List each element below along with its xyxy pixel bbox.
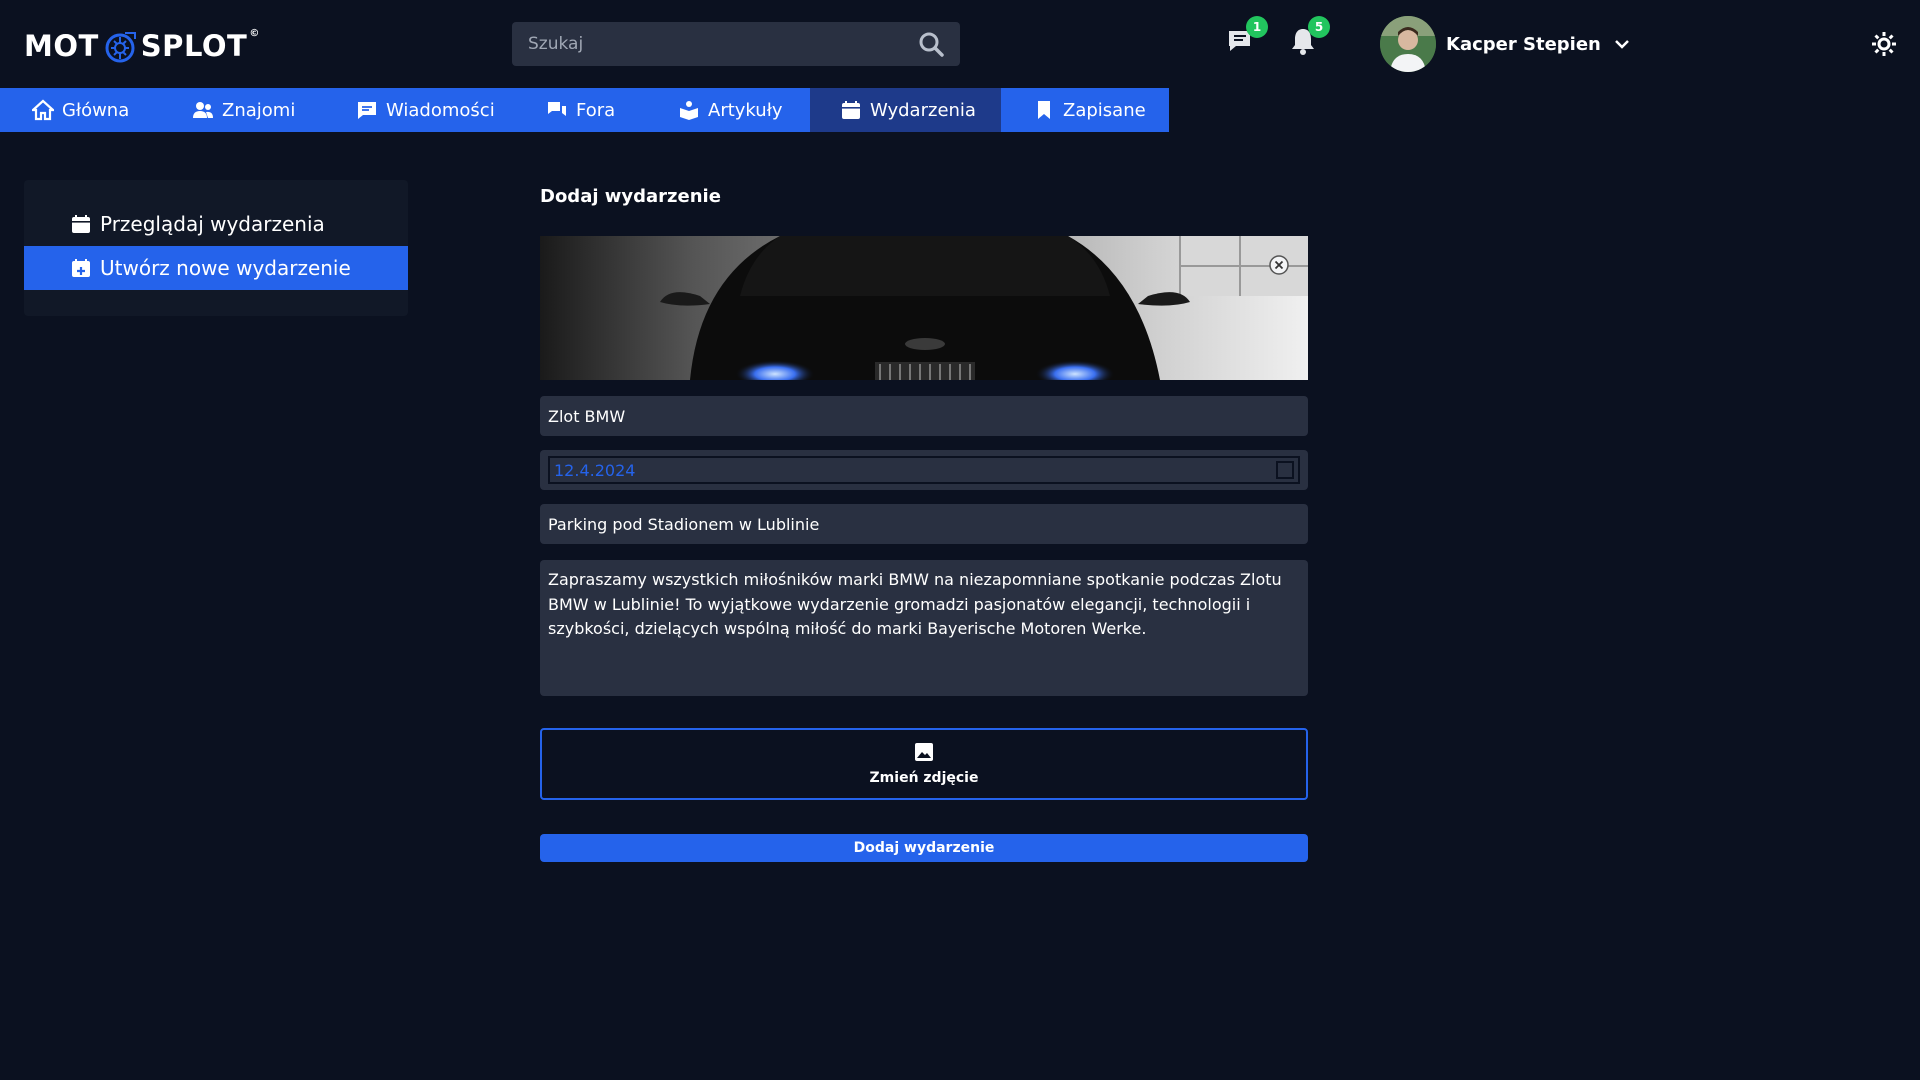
nav-item-label: Artykuły [708,99,783,121]
sidebar-item-label: Przeglądaj wydarzenia [100,212,325,236]
forum-icon [548,102,566,116]
sidebar-item-create-event[interactable]: Utwórz nowe wydarzenie [24,246,408,290]
change-photo-label: Zmień zdjęcie [869,770,979,786]
nav-item-glowna[interactable]: Główna [0,88,158,132]
submit-event-button[interactable]: Dodaj wydarzenie [540,834,1308,862]
message-icon [358,102,376,119]
nav-item-label: Zapisane [1063,99,1146,121]
remove-image-icon[interactable] [1268,254,1290,276]
sidebar-item-browse-events[interactable]: Przeglądaj wydarzenia [24,202,408,246]
nav-item-label: Wiadomości [386,99,495,121]
turbo-icon [105,32,136,63]
events-sidebar: Przeglądaj wydarzenia Utwórz nowe wydarz… [24,180,408,316]
change-photo-button[interactable]: Zmień zdjęcie [540,728,1308,800]
search-input[interactable] [512,33,918,55]
form-title: Dodaj wydarzenie [540,186,721,207]
motosplot-logo[interactable]: MOT SPLOT © [24,24,260,68]
sidebar-item-label: Utwórz nowe wydarzenie [100,256,351,280]
main-nav: Główna Znajomi Wiadomości Fora Artykuły … [0,88,1169,132]
users-icon [193,102,213,118]
nav-item-artykuly[interactable]: Artykuły [646,88,810,132]
theme-toggle-icon[interactable] [1870,30,1898,58]
articles-icon [680,101,698,120]
event-date-field[interactable]: 12.4.2024 [540,450,1308,490]
user-menu[interactable]: Kacper Stepien [1380,16,1631,72]
nav-item-label: Główna [62,99,130,121]
event-location-field[interactable]: Parking pod Stadionem w Lublinie [540,504,1308,544]
messages-button[interactable]: 1 [1226,16,1268,56]
bookmark-icon [1038,101,1050,119]
event-description-textarea[interactable]: Zapraszamy wszystkich miłośników marki B… [540,560,1308,696]
nav-item-label: Fora [576,99,616,121]
date-input[interactable]: 12.4.2024 [548,456,1300,484]
calendar-icon [72,215,90,233]
notifications-badge: 5 [1308,16,1330,38]
event-name-field[interactable]: Zlot BMW [540,396,1308,436]
home-icon [32,99,54,121]
logo-text-right: SPLOT [140,29,248,63]
nav-item-znajomi[interactable]: Znajomi [158,88,322,132]
registered-mark: © [249,28,260,39]
avatar[interactable] [1380,16,1436,72]
calendar-picker-icon[interactable] [1276,461,1294,479]
nav-item-label: Wydarzenia [870,99,976,121]
search-icon[interactable] [918,31,944,57]
nav-item-fora[interactable]: Fora [516,88,646,132]
calendar-icon [842,101,860,119]
nav-item-wiadomosci[interactable]: Wiadomości [322,88,516,132]
date-value: 12.4.2024 [554,460,636,480]
messages-badge: 1 [1246,16,1268,38]
nav-item-zapisane[interactable]: Zapisane [1001,88,1169,132]
event-banner-image [540,236,1308,380]
nav-item-label: Znajomi [222,99,296,121]
search-bar [512,22,960,66]
nav-item-wydarzenia[interactable]: Wydarzenia [810,88,1001,132]
chevron-down-icon[interactable] [1613,35,1631,53]
top-header: MOT SPLOT © 1 5 [0,0,1920,88]
logo-text-left: MOT [24,29,99,63]
calendar-plus-icon [72,259,90,277]
image-icon [915,743,933,761]
notifications-button[interactable]: 5 [1288,16,1330,56]
user-name: Kacper Stepien [1446,33,1601,55]
